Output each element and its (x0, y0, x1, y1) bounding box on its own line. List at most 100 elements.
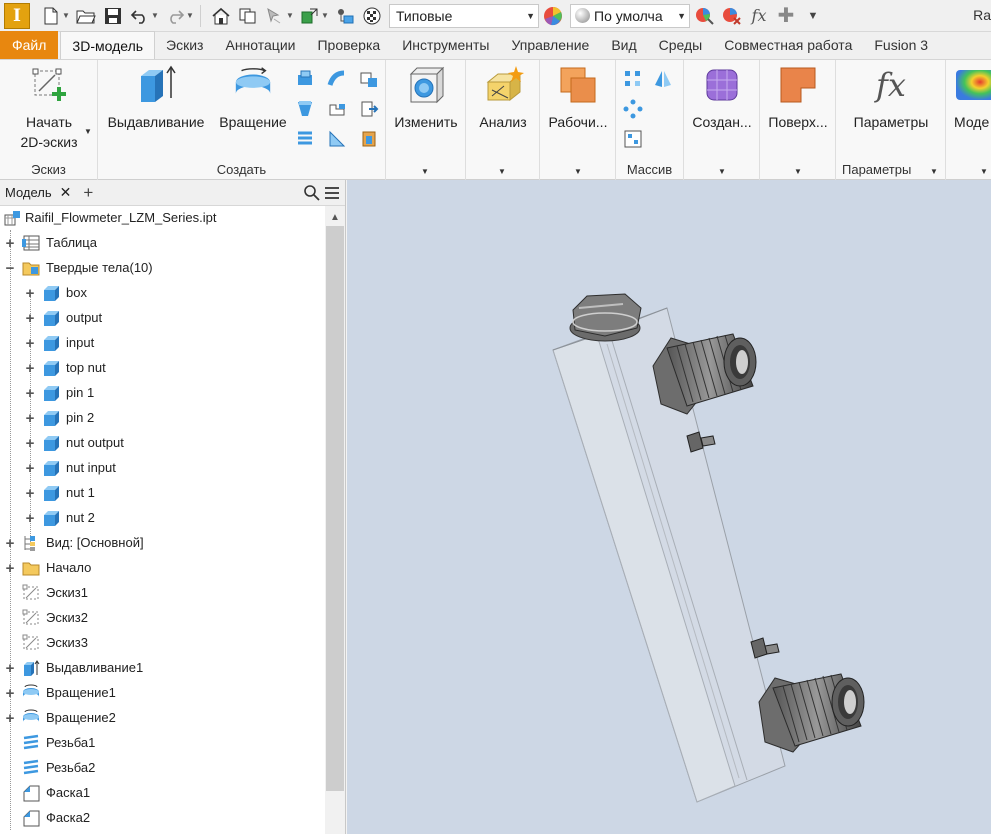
tree-row[interactable]: Фаска1 (0, 781, 325, 806)
add-browser-tab-icon[interactable]: + (83, 183, 93, 203)
browser-scrollbar[interactable]: ▲ (325, 206, 345, 834)
tree-row[interactable]: + Таблица (0, 231, 325, 256)
expand-plus-icon[interactable]: + (4, 660, 16, 677)
expand-plus-icon[interactable]: + (24, 510, 36, 527)
chevron-down-icon[interactable]: ▼ (718, 167, 726, 176)
redo-dropdown-icon[interactable]: ▼ (186, 5, 194, 27)
collapse-minus-icon[interactable]: − (4, 260, 16, 277)
tree-row[interactable]: + top nut (0, 356, 325, 381)
surface-button[interactable]: Поверх... (762, 64, 834, 132)
tree-row[interactable]: + nut 2 (0, 506, 325, 531)
chevron-down-icon[interactable]: ▼ (980, 167, 988, 176)
chevron-down-icon[interactable]: ▼ (794, 167, 802, 176)
revolve-button[interactable]: Вращение (210, 64, 296, 132)
expand-plus-icon[interactable]: + (24, 460, 36, 477)
tree-row[interactable]: + Начало (0, 556, 325, 581)
mirror-icon[interactable] (652, 68, 674, 90)
expand-plus-icon[interactable]: + (4, 685, 16, 702)
rib-icon[interactable] (358, 68, 380, 90)
expand-plus-icon[interactable]: + (24, 335, 36, 352)
simulation-button[interactable]: Моде (954, 64, 991, 132)
emboss-icon[interactable] (326, 98, 348, 120)
chevron-down-icon[interactable]: ▼ (421, 167, 429, 176)
parameters-button[interactable]: fx Параметры (840, 64, 942, 132)
chevron-down-icon[interactable]: ▼ (498, 167, 506, 176)
tree-row[interactable]: Эскиз2 (0, 606, 325, 631)
coil-icon[interactable] (294, 98, 316, 120)
tree-row[interactable]: − Твердые тела(10) (0, 256, 325, 281)
inventor-app-icon[interactable]: I (4, 2, 30, 29)
expand-plus-icon[interactable]: + (4, 560, 16, 577)
expand-plus-icon[interactable]: + (24, 310, 36, 327)
new-file-dropdown-icon[interactable]: ▼ (62, 5, 70, 27)
new-file-icon[interactable] (40, 5, 62, 27)
derive-icon[interactable] (358, 98, 380, 120)
circular-pattern-icon[interactable] (622, 98, 644, 120)
tree-row[interactable]: Эскиз1 (0, 581, 325, 606)
chevron-down-icon[interactable]: ▼ (574, 167, 582, 176)
start-2d-sketch-button[interactable]: Начать 2D-эскиз (4, 64, 94, 152)
extrude-button[interactable]: Выдавливание (102, 64, 210, 132)
scroll-up-arrow-icon[interactable]: ▲ (330, 212, 340, 223)
sweep-icon[interactable] (326, 68, 348, 90)
tree-row[interactable]: + Выдавливание1 (0, 656, 325, 681)
expand-plus-icon[interactable]: + (24, 285, 36, 302)
color-wheel-icon[interactable] (542, 5, 564, 27)
expand-plus-icon[interactable]: + (4, 235, 16, 252)
create-freeform-button[interactable]: Создан... (686, 64, 758, 132)
undo-icon[interactable] (129, 5, 151, 27)
flowmeter-3d-model[interactable] (347, 180, 991, 834)
tab-tools[interactable]: Инструменты (391, 31, 500, 59)
tab-file[interactable]: Файл (0, 31, 59, 59)
expand-plus-icon[interactable]: + (24, 385, 36, 402)
tree-row[interactable]: + Вращение1 (0, 681, 325, 706)
decal-icon[interactable] (326, 128, 348, 150)
tab-fusion[interactable]: Fusion 3 (863, 31, 939, 59)
customize-toolbar-icon[interactable]: ▼ (802, 5, 824, 27)
tree-row[interactable]: Эскиз3 (0, 631, 325, 656)
redo-icon[interactable] (164, 5, 186, 27)
tree-row[interactable]: + nut 1 (0, 481, 325, 506)
clear-appearance-icon[interactable] (721, 5, 743, 27)
search-icon[interactable] (303, 184, 321, 202)
select-filter-icon[interactable] (264, 5, 286, 27)
chevron-down-icon[interactable]: ▼ (930, 167, 938, 176)
expand-plus-icon[interactable]: + (4, 710, 16, 727)
browser-tab-model[interactable]: Модель ✕ (0, 184, 71, 201)
tab-manage[interactable]: Управление (500, 31, 600, 59)
appearance-select[interactable]: Типовые ▼ (389, 3, 539, 28)
home-icon[interactable] (210, 5, 232, 27)
save-icon[interactable] (102, 5, 124, 27)
expand-plus-icon[interactable]: + (24, 435, 36, 452)
pin-2[interactable] (750, 637, 780, 659)
pin-1[interactable] (686, 431, 716, 453)
graphics-viewport[interactable] (347, 180, 991, 834)
material-select[interactable]: По умолча ▼ (570, 3, 690, 28)
tree-row[interactable]: + box (0, 281, 325, 306)
tab-collaborate[interactable]: Совместная работа (713, 31, 863, 59)
adjust-appearance-icon[interactable] (694, 5, 716, 27)
tab-view[interactable]: Вид (600, 31, 647, 59)
tab-environments[interactable]: Среды (648, 31, 714, 59)
hamburger-menu-icon[interactable] (323, 184, 341, 202)
tree-row[interactable]: + output (0, 306, 325, 331)
chevron-down-icon[interactable]: ▼ (84, 127, 92, 136)
tree-row[interactable]: + pin 2 (0, 406, 325, 431)
tree-row[interactable]: + input (0, 331, 325, 356)
fx-parameters-icon[interactable]: fx (748, 5, 770, 27)
undo-dropdown-icon[interactable]: ▼ (151, 5, 159, 27)
tree-row[interactable]: Фаска2 (0, 806, 325, 831)
analysis-button[interactable]: Анализ (468, 64, 538, 132)
input-fitting[interactable] (758, 673, 865, 753)
work-features-button[interactable]: Рабочи... (542, 64, 614, 132)
select-dropdown-icon[interactable]: ▼ (286, 5, 294, 27)
sketch-pattern-icon[interactable] (622, 128, 644, 150)
close-icon[interactable]: ✕ (60, 184, 72, 201)
rectangular-pattern-icon[interactable] (622, 68, 644, 90)
tree-row[interactable]: Резьба2 (0, 756, 325, 781)
tab-3d-model[interactable]: 3D-модель (60, 31, 156, 59)
output-fitting[interactable] (652, 333, 757, 415)
scrollbar-thumb[interactable] (326, 226, 344, 791)
appearance-checker-icon[interactable] (361, 5, 383, 27)
tab-sketch[interactable]: Эскиз (155, 31, 214, 59)
